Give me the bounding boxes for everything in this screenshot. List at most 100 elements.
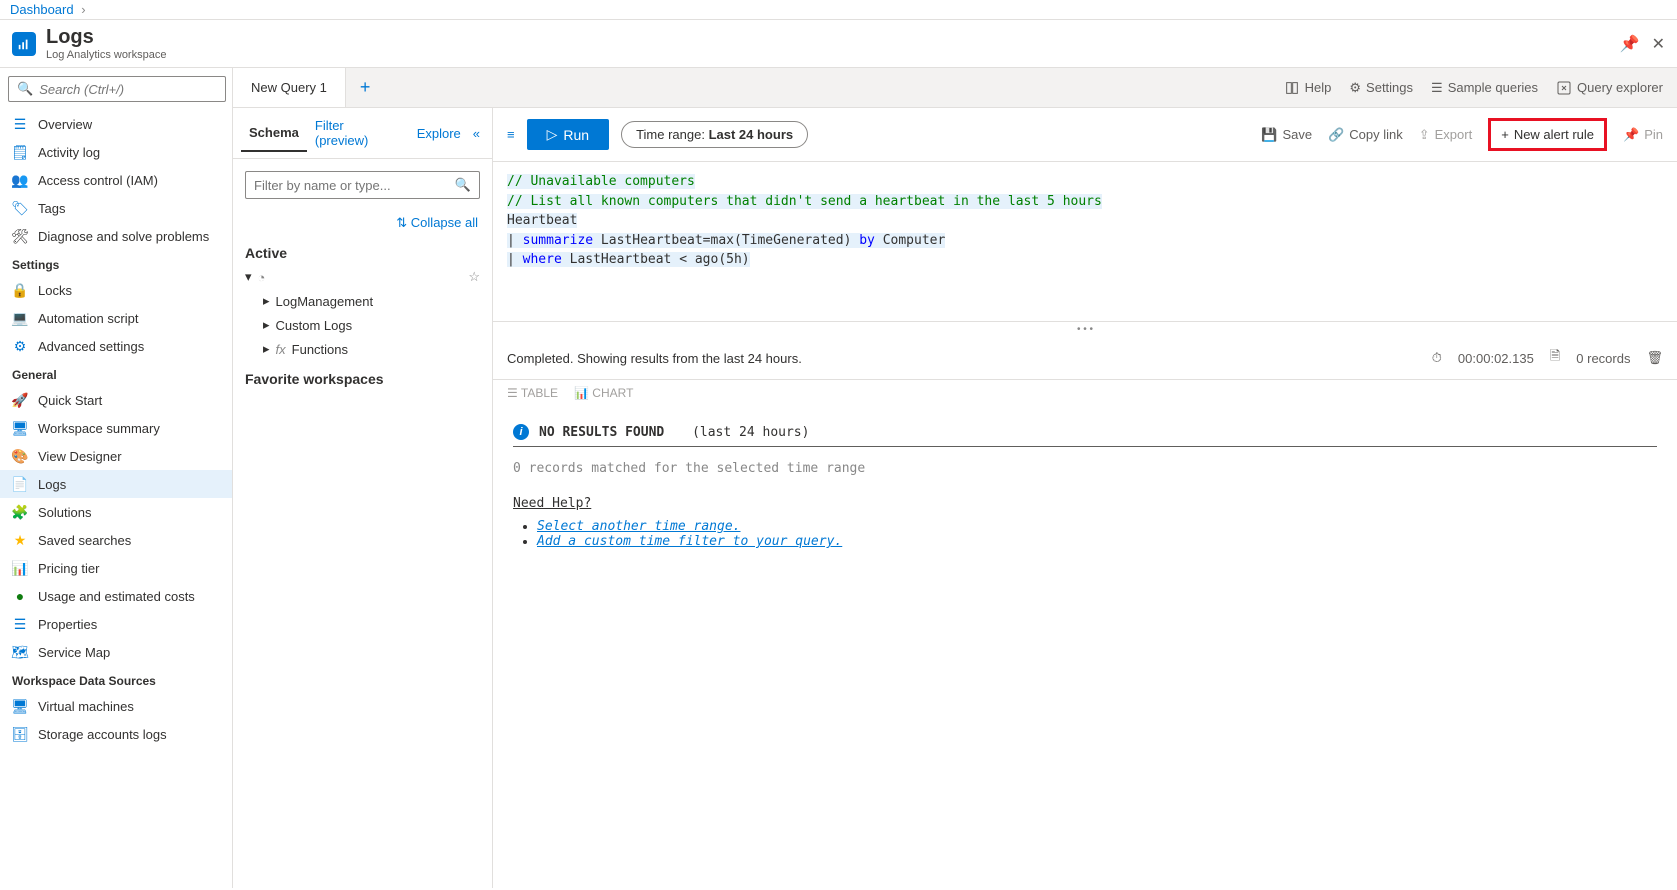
new-alert-rule-button[interactable]: +New alert rule [1488, 118, 1607, 151]
page-header: Logs Log Analytics workspace 📌 ✕ [0, 20, 1677, 68]
schema-filter-input[interactable] [254, 178, 455, 193]
sidebar-item-properties[interactable]: ☰ Properties [0, 610, 232, 638]
editor-line: // Unavailable computers [507, 174, 695, 189]
sidebar-item-locks[interactable]: 🔒Locks [0, 276, 232, 304]
favorite-star-icon[interactable]: ☆ [468, 269, 480, 285]
sidebar-item-label: Virtual machines [38, 699, 134, 714]
help-link-timerange[interactable]: Select another time range. [537, 519, 741, 534]
sidebar-item-label: Activity log [38, 145, 100, 160]
sidebar: 🔍 « ☰Overview 🗒Activity log 👥Access cont… [0, 68, 233, 888]
workspace-node[interactable]: ▾ ◔ ☆ [233, 265, 492, 289]
sidebar-item-advanced[interactable]: ⚙Advanced settings [0, 332, 232, 360]
sidebar-item-servicemap[interactable]: 🗺 Service Map [0, 638, 232, 666]
sidebar-item-logs[interactable]: 📄Logs [0, 470, 232, 498]
sidebar-item-overview[interactable]: ☰Overview [0, 110, 232, 138]
clock-icon: ⏱ [1432, 350, 1442, 366]
sidebar-item-access-control[interactable]: 👥 Access control (IAM) [0, 166, 232, 194]
query-editor[interactable]: // Unavailable computers // List all kno… [493, 162, 1677, 322]
tree-functions[interactable]: ▸fxFunctions [233, 337, 492, 361]
sidebar-item-activity-log[interactable]: 🗒Activity log [0, 138, 232, 166]
search-input[interactable] [39, 82, 217, 97]
sidebar-item-pricing[interactable]: 📊Pricing tier [0, 554, 232, 582]
status-text: Completed. Showing results from the last… [507, 351, 802, 366]
sidebar-item-solutions[interactable]: 🧩 Solutions [0, 498, 232, 526]
sidebar-item-vms[interactable]: 🖥Virtual machines [0, 692, 232, 720]
tab-schema[interactable]: Schema [241, 115, 307, 152]
info-icon: i [513, 424, 529, 440]
schema-panel: Schema Filter (preview) Explore « 🔍 ⇅ Co… [233, 108, 493, 888]
pin-icon[interactable]: 📌 [1620, 34, 1640, 54]
label: LogManagement [276, 294, 374, 309]
sidebar-item-label: Properties [38, 617, 97, 632]
resize-handle[interactable]: • • • [493, 322, 1677, 337]
collapse-all-button[interactable]: ⇅ Collapse all [233, 211, 492, 235]
kw: where [523, 252, 562, 267]
sidebar-item-viewdesigner[interactable]: 🎨View Designer [0, 442, 232, 470]
plus-icon: + [1501, 127, 1509, 142]
collapse-schema-icon[interactable]: « [469, 116, 484, 151]
txt: LastHeartbeat=max(TimeGenerated) [593, 233, 859, 248]
label: Pin [1644, 127, 1663, 142]
sidebar-item-quickstart[interactable]: 🚀Quick Start [0, 386, 232, 414]
time-range-picker[interactable]: Time range: Last 24 hours [621, 121, 808, 148]
sidebar-item-automation[interactable]: 💻Automation script [0, 304, 232, 332]
sidebar-item-label: Tags [38, 201, 65, 216]
help-button[interactable]: Help [1284, 80, 1332, 96]
filter-icon[interactable]: ≡ [507, 127, 515, 142]
query-toolbar: ≡ ▷ Run Time range: Last 24 hours 💾Save … [493, 108, 1677, 162]
settings-button[interactable]: ⚙Settings [1349, 80, 1413, 96]
query-explorer-button[interactable]: Query explorer [1556, 80, 1663, 96]
sidebar-item-label: Saved searches [38, 533, 131, 548]
breadcrumb-link[interactable]: Dashboard [10, 2, 74, 17]
fx-icon: fx [276, 342, 286, 357]
export-button[interactable]: ⇪Export [1419, 127, 1472, 143]
sidebar-item-diagnose[interactable]: 🛠Diagnose and solve problems [0, 222, 232, 250]
save-button[interactable]: 💾Save [1261, 127, 1312, 143]
add-tab-button[interactable]: + [346, 77, 385, 98]
table-icon: ☰ [507, 386, 521, 400]
sidebar-item-storage[interactable]: 🗄Storage accounts logs [0, 720, 232, 748]
tree-logmanagement[interactable]: ▸LogManagement [233, 289, 492, 313]
tab-chart[interactable]: 📊 CHART [574, 386, 633, 400]
sidebar-item-label: Access control (IAM) [38, 173, 158, 188]
sidebar-item-summary[interactable]: 🖥Workspace summary [0, 414, 232, 442]
copy-link-button[interactable]: 🔗Copy link [1328, 127, 1403, 143]
sidebar-item-label: Workspace summary [38, 421, 160, 436]
sidebar-item-label: View Designer [38, 449, 122, 464]
logs-logo-icon [12, 32, 36, 56]
run-button[interactable]: ▷ Run [527, 119, 609, 150]
need-help-title: Need Help? [513, 496, 1657, 511]
close-icon[interactable]: ✕ [1652, 34, 1665, 54]
query-tabs: New Query 1 + Help ⚙Settings ☰Sample que… [233, 68, 1677, 108]
tree-customlogs[interactable]: ▸Custom Logs [233, 313, 492, 337]
tab-query-1[interactable]: New Query 1 [233, 68, 346, 107]
label: TABLE [521, 386, 558, 400]
section-settings: Settings [0, 250, 232, 276]
export-icon: ⇪ [1419, 127, 1430, 143]
map-icon: 🗺 [12, 644, 28, 660]
solutions-icon: 🧩 [12, 504, 28, 520]
pin-button[interactable]: 📌 Pin [1623, 127, 1663, 143]
tab-table[interactable]: ☰ TABLE [507, 386, 558, 400]
sidebar-item-label: Overview [38, 117, 92, 132]
collapse-sidebar-icon[interactable]: « [232, 81, 233, 97]
tab-filter-preview[interactable]: Filter (preview) [307, 108, 409, 158]
page-subtitle: Log Analytics workspace [46, 49, 166, 61]
pin-icon: 📌 [1623, 127, 1639, 143]
sidebar-item-usage[interactable]: ●Usage and estimated costs [0, 582, 232, 610]
sidebar-item-label: Storage accounts logs [38, 727, 167, 742]
search-icon: 🔍 [17, 81, 33, 97]
tab-explore[interactable]: Explore [409, 116, 469, 151]
trash-icon[interactable]: 🗑 [1646, 350, 1663, 366]
iam-icon: 👥 [12, 172, 28, 188]
sample-queries-button[interactable]: ☰Sample queries [1431, 80, 1538, 96]
sidebar-item-label: Service Map [38, 645, 110, 660]
search-icon: 🔍 [455, 177, 471, 193]
properties-icon: ☰ [12, 616, 28, 632]
help-link-customfilter[interactable]: Add a custom time filter to your query. [537, 534, 842, 549]
script-icon: 💻 [12, 310, 28, 326]
section-general: General [0, 360, 232, 386]
sidebar-item-label: Solutions [38, 505, 91, 520]
sidebar-item-savedsearches[interactable]: ★Saved searches [0, 526, 232, 554]
sidebar-item-tags[interactable]: 🏷Tags [0, 194, 232, 222]
